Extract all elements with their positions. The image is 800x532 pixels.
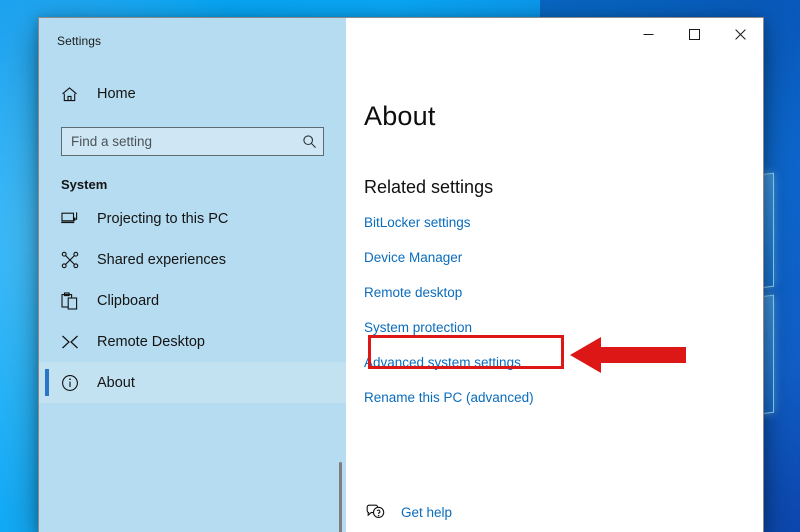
sidebar-item-home[interactable]: Home — [39, 74, 346, 114]
projecting-icon — [61, 210, 83, 227]
sidebar-scrollbar[interactable] — [339, 462, 342, 532]
remote-desktop-icon — [61, 334, 83, 350]
info-circle-icon — [61, 374, 83, 392]
desktop-wallpaper: Settings Home Find a setting System Proj… — [0, 0, 800, 532]
sidebar-item-projecting-to-this-pc[interactable]: Projecting to this PC — [39, 198, 346, 239]
search-icon[interactable] — [302, 134, 317, 149]
sidebar-group-label: System — [61, 177, 108, 192]
sidebar-item-remote-desktop[interactable]: Remote Desktop — [39, 321, 346, 362]
sidebar-item-shared-experiences[interactable]: Shared experiences — [39, 239, 346, 280]
sidebar-item-label: Clipboard — [97, 292, 160, 309]
sidebar: Home System — [39, 64, 346, 532]
sidebar-item-label: Projecting to this PC — [97, 210, 229, 227]
home-icon — [61, 86, 83, 103]
help-links: Get help Give feedback — [364, 504, 487, 532]
search-container — [61, 127, 324, 156]
link-remote-desktop[interactable]: Remote desktop — [364, 285, 462, 300]
sidebar-item-about[interactable]: About — [39, 362, 346, 403]
page-title: About — [364, 101, 436, 131]
title-bar: Settings — [39, 18, 763, 64]
minimize-icon — [643, 33, 653, 35]
help-bubble-icon — [364, 504, 386, 521]
title-bar-left[interactable]: Settings — [39, 18, 346, 64]
settings-window: Settings Home Find a setting System Proj… — [38, 17, 764, 532]
related-settings-links: BitLocker settings Device Manager Remote… — [364, 215, 763, 405]
sidebar-item-label: Shared experiences — [97, 251, 226, 268]
minimize-button[interactable] — [625, 18, 671, 50]
window-controls — [625, 18, 763, 50]
close-icon — [734, 28, 746, 40]
clipboard-icon — [61, 291, 83, 310]
maximize-icon — [688, 28, 700, 40]
sidebar-item-label: About — [97, 374, 135, 391]
content-pane: About Related settings BitLocker setting… — [346, 64, 763, 532]
search-input[interactable] — [71, 134, 302, 149]
link-system-protection[interactable]: System protection — [364, 320, 472, 335]
close-button[interactable] — [717, 18, 763, 50]
link-rename-this-pc[interactable]: Rename this PC (advanced) — [364, 390, 534, 405]
get-help-label[interactable]: Get help — [401, 505, 452, 520]
maximize-button[interactable] — [671, 18, 717, 50]
link-advanced-system-settings[interactable]: Advanced system settings — [364, 355, 521, 370]
get-help-row[interactable]: Get help — [364, 504, 487, 521]
link-bitlocker-settings[interactable]: BitLocker settings — [364, 215, 471, 230]
share-nodes-icon — [61, 251, 83, 269]
sidebar-item-label: Remote Desktop — [97, 333, 205, 350]
link-device-manager[interactable]: Device Manager — [364, 250, 462, 265]
window-body: Home System — [39, 64, 763, 532]
sidebar-item-clipboard[interactable]: Clipboard — [39, 280, 346, 321]
app-title: Settings — [57, 34, 102, 48]
sidebar-item-home-label: Home — [97, 86, 136, 102]
related-settings-heading: Related settings — [364, 177, 494, 197]
search-box[interactable] — [61, 127, 324, 156]
